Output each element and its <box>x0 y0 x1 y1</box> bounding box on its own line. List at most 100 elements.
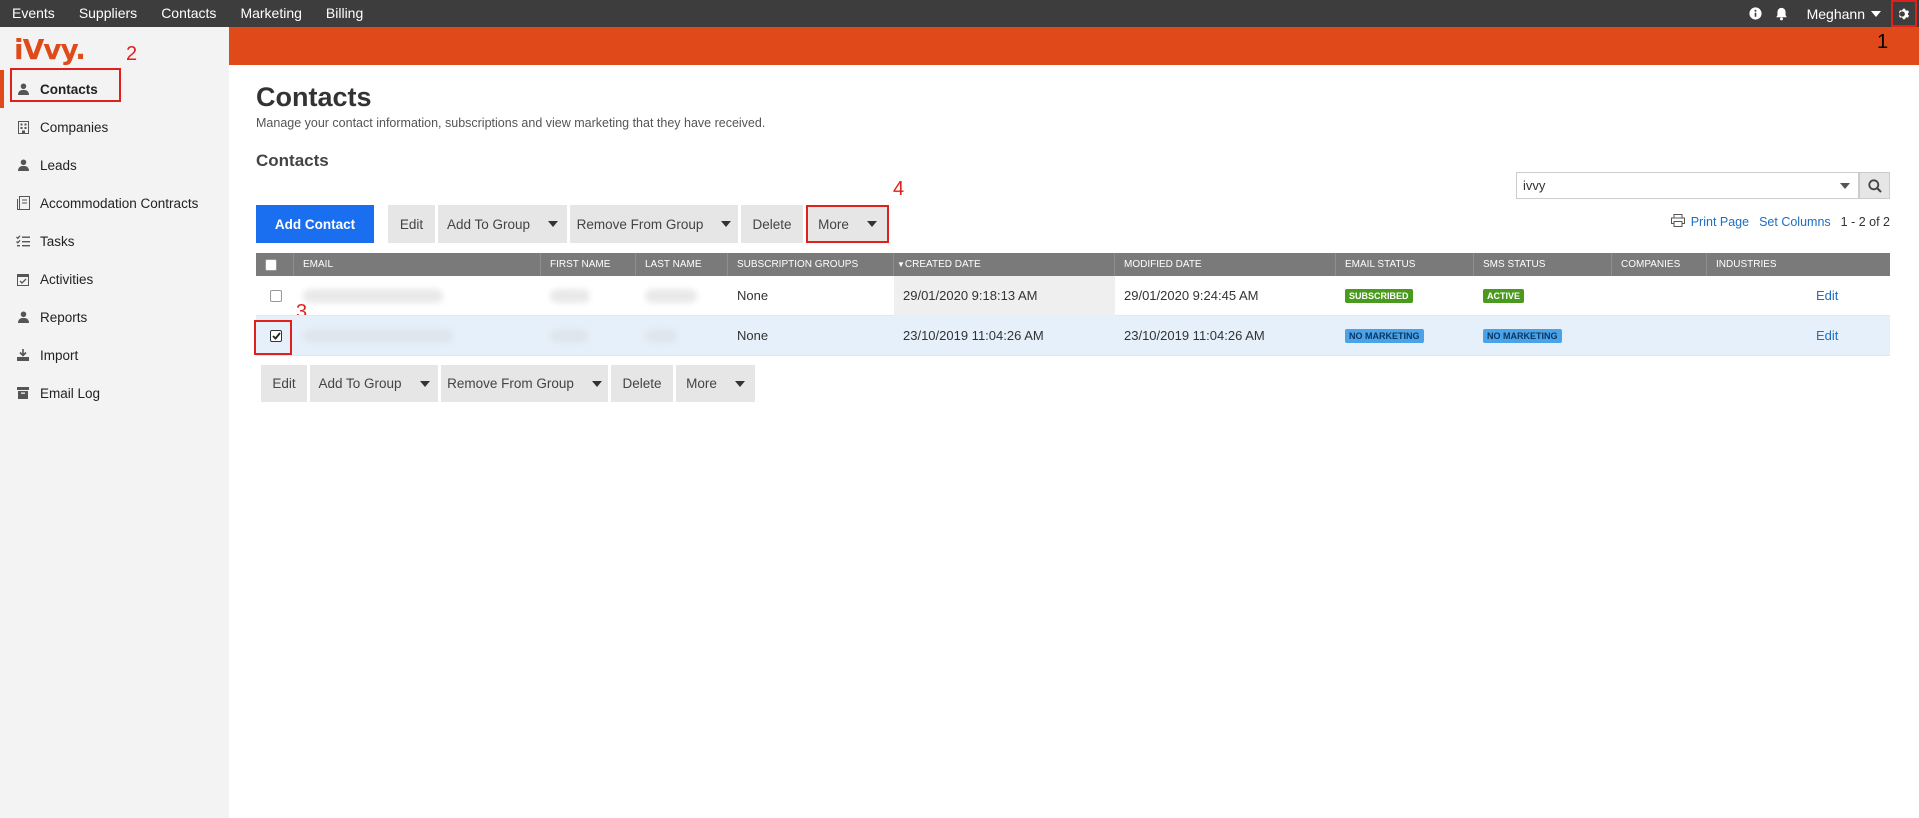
sidebar-item-import[interactable]: Import <box>0 336 229 374</box>
more-button[interactable]: More <box>676 365 755 402</box>
column-header-email-status[interactable]: Email Status <box>1336 253 1474 276</box>
button-label: Remove From Group <box>576 216 704 232</box>
sort-desc-icon: ▼ <box>897 260 905 269</box>
sidebar-item-activities[interactable]: Activities <box>0 260 229 298</box>
edit-cell: Edit <box>1807 316 1890 356</box>
caret-down-icon <box>591 380 602 387</box>
search-button[interactable] <box>1859 172 1890 199</box>
remove-from-group-button[interactable]: Remove From Group <box>570 205 738 243</box>
add-contact-button[interactable]: Add Contact <box>256 205 374 243</box>
search-icon <box>1867 178 1882 193</box>
table-row[interactable]: None 29/01/2020 9:18:13 AM 29/01/2020 9:… <box>256 275 1890 316</box>
column-header-industries[interactable]: Industries <box>1707 253 1890 276</box>
edit-link[interactable]: Edit <box>1816 288 1838 303</box>
sidebar-item-email-log[interactable]: Email Log <box>0 374 229 412</box>
section-title: Contacts <box>256 151 329 170</box>
settings-button[interactable] <box>1891 0 1917 27</box>
column-header-created-date[interactable]: ▼Created Date <box>894 253 1115 276</box>
add-to-group-button[interactable]: Add To Group <box>438 205 567 243</box>
toolbar-top: Add Contact Edit Add To Group Remove Fro… <box>256 205 892 243</box>
delete-button[interactable]: Delete <box>611 365 673 402</box>
industries-cell <box>1707 276 1807 316</box>
modified-date-cell: 23/10/2019 11:04:26 AM <box>1124 328 1265 343</box>
sms-status-cell: No Marketing <box>1474 316 1612 356</box>
add-to-group-button[interactable]: Add To Group <box>310 365 438 402</box>
bell-icon[interactable] <box>1769 0 1795 27</box>
search-input[interactable] <box>1517 173 1817 198</box>
set-columns-link[interactable]: Set Columns <box>1759 215 1831 229</box>
more-button[interactable]: More <box>806 205 889 243</box>
column-header-sms-status[interactable]: SMS Status <box>1474 253 1612 276</box>
nav-suppliers[interactable]: Suppliers <box>67 0 149 27</box>
top-navbar: Events Suppliers Contacts Marketing Bill… <box>0 0 1919 27</box>
email-status-cell: Subscribed <box>1336 276 1474 316</box>
tasks-icon <box>16 234 30 248</box>
logo[interactable]: iVvy. <box>14 33 86 66</box>
delete-button[interactable]: Delete <box>741 205 803 243</box>
row-checkbox[interactable] <box>270 289 282 302</box>
sidebar-item-label: Activities <box>40 271 94 287</box>
sidebar-item-tasks[interactable]: Tasks <box>0 222 229 260</box>
redacted-email <box>303 328 453 343</box>
edit-link[interactable]: Edit <box>1816 328 1838 343</box>
toolbar-bottom: Edit Add To Group Remove From Group Dele… <box>261 365 758 402</box>
first-name-cell <box>541 276 636 316</box>
sidebar-item-accommodation-contracts[interactable]: Accommodation Contracts <box>0 184 229 222</box>
caret-down-icon <box>548 221 559 227</box>
companies-cell <box>1612 316 1707 356</box>
top-nav: Events Suppliers Contacts Marketing Bill… <box>0 0 375 27</box>
redacted-first-name <box>550 328 588 343</box>
nav-billing[interactable]: Billing <box>314 0 375 27</box>
column-header-first-name[interactable]: First Name <box>541 253 636 276</box>
sidebar-item-label: Tasks <box>40 233 75 249</box>
printer-icon[interactable] <box>1670 214 1685 230</box>
button-label: Add To Group <box>318 376 402 391</box>
sidebar-item-label: Companies <box>40 119 109 135</box>
column-header-subscription-groups[interactable]: Subscription Groups <box>728 253 894 276</box>
sidebar-list: Contacts Companies Leads Accommodation C… <box>0 70 229 412</box>
table-header: Email First Name Last Name Subscription … <box>256 253 1890 276</box>
annotation-1: 1 <box>1877 31 1889 53</box>
table-row[interactable]: None 23/10/2019 11:04:26 AM 23/10/2019 1… <box>256 316 1890 356</box>
header-banner <box>229 27 1919 65</box>
sidebar-item-label: Accommodation Contracts <box>40 195 199 211</box>
subscription-groups-cell: None <box>737 288 769 303</box>
remove-from-group-button[interactable]: Remove From Group <box>441 365 608 402</box>
edit-button[interactable]: Edit <box>261 365 307 402</box>
search-select[interactable] <box>1516 172 1859 199</box>
email-status-cell: No Marketing <box>1336 316 1474 356</box>
sidebar-item-leads[interactable]: Leads <box>0 146 229 184</box>
nav-events[interactable]: Events <box>0 0 67 27</box>
chevron-down-icon[interactable] <box>1840 183 1850 189</box>
sidebar-item-companies[interactable]: Companies <box>0 108 229 146</box>
redacted-first-name <box>550 288 590 303</box>
sidebar-item-label: Import <box>40 347 79 363</box>
created-date-cell: 29/01/2020 9:18:13 AM <box>894 275 1115 316</box>
print-page-link[interactable]: Print Page <box>1691 215 1749 229</box>
last-name-cell <box>636 316 728 356</box>
column-header-last-name[interactable]: Last Name <box>636 253 728 276</box>
caret-down-icon <box>866 221 877 227</box>
row-select-cell <box>256 276 294 316</box>
button-label: Remove From Group <box>447 376 574 391</box>
edit-button[interactable]: Edit <box>388 205 435 243</box>
nav-marketing[interactable]: Marketing <box>228 0 313 27</box>
button-label: Add To Group <box>446 216 531 232</box>
select-all-checkbox[interactable] <box>265 258 277 271</box>
nav-contacts[interactable]: Contacts <box>149 0 228 27</box>
top-right-tools: Meghann <box>1743 0 1919 27</box>
modified-date-cell: 29/01/2020 9:24:45 AM <box>1124 288 1259 303</box>
redacted-last-name <box>645 328 677 343</box>
companies-cell <box>1612 276 1707 316</box>
info-icon[interactable] <box>1743 0 1769 27</box>
page-title: Contacts <box>256 82 372 112</box>
sidebar-item-reports[interactable]: Reports <box>0 298 229 336</box>
column-header-email[interactable]: Email <box>294 253 541 276</box>
subscription-groups-cell: None <box>737 328 769 343</box>
user-menu[interactable]: Meghann <box>1795 6 1891 22</box>
button-label: More <box>818 216 849 232</box>
table-tools: Print Page Set Columns 1 - 2 of 2 <box>1670 214 1890 230</box>
contacts-table: Email First Name Last Name Subscription … <box>256 253 1890 356</box>
column-header-companies[interactable]: Companies <box>1612 253 1707 276</box>
column-header-modified-date[interactable]: Modified Date <box>1115 253 1336 276</box>
